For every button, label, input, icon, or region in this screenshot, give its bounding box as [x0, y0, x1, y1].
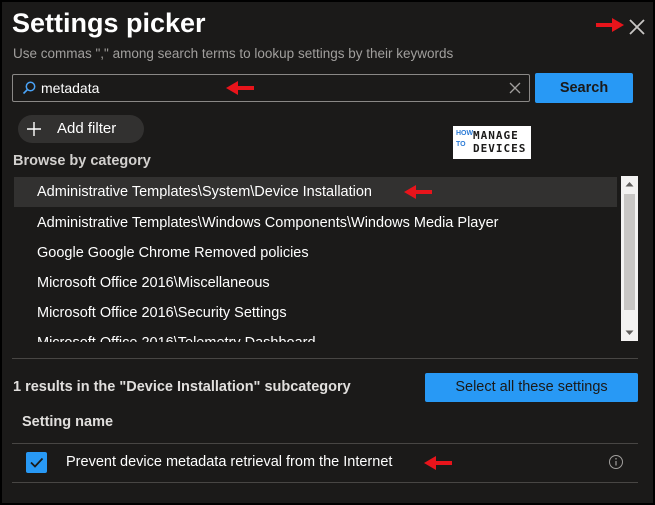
browse-by-category-label: Browse by category — [13, 153, 151, 169]
search-input[interactable] — [41, 78, 501, 98]
search-icon — [22, 81, 36, 95]
divider — [12, 482, 638, 483]
plus-icon — [27, 122, 41, 136]
table-row[interactable]: Prevent device metadata retrieval from t… — [12, 444, 638, 482]
logo-devices: DEVICES — [473, 142, 527, 155]
close-icon[interactable] — [626, 16, 648, 38]
checkmark-icon — [30, 457, 44, 468]
category-scrollbar[interactable] — [621, 176, 638, 341]
settings-picker-dialog: Settings picker Use commas "," among sea… — [0, 0, 655, 505]
setting-name: Prevent device metadata retrieval from t… — [66, 454, 393, 470]
dialog-title: Settings picker — [12, 8, 206, 38]
select-all-button[interactable]: Select all these settings — [425, 373, 638, 402]
dialog-subtitle: Use commas "," among search terms to loo… — [13, 46, 454, 61]
logo-how: HOW — [456, 130, 474, 137]
logo-to: TO — [456, 141, 466, 148]
scroll-up-icon[interactable] — [621, 176, 638, 193]
search-button[interactable]: Search — [535, 73, 633, 103]
annotation-arrow-icon — [596, 18, 624, 32]
row-checkbox[interactable] — [26, 452, 47, 473]
close-button[interactable] — [626, 16, 648, 38]
annotation-arrow-icon — [404, 185, 432, 199]
category-item[interactable]: Administrative Templates\System\Device I… — [14, 177, 617, 207]
annotation-arrow-icon — [226, 81, 254, 95]
add-filter-button[interactable]: Add filter — [18, 115, 144, 143]
how-to-manage-devices-logo: HOW TO MANAGE DEVICES — [453, 126, 531, 159]
category-item[interactable]: Microsoft Office 2016\Telemetry Dashboar… — [14, 328, 617, 342]
add-filter-label: Add filter — [57, 120, 117, 137]
search-box[interactable] — [12, 74, 530, 102]
category-item[interactable]: Administrative Templates\Windows Compone… — [14, 208, 617, 238]
annotation-arrow-icon — [424, 456, 452, 470]
column-header-setting-name[interactable]: Setting name — [22, 414, 113, 430]
category-item[interactable]: Microsoft Office 2016\Security Settings — [14, 298, 617, 328]
results-summary: 1 results in the "Device Installation" s… — [13, 379, 351, 395]
scroll-down-icon[interactable] — [621, 324, 638, 341]
logo-manage: MANAGE — [473, 129, 519, 142]
category-item[interactable]: Google Google Chrome Removed policies — [14, 238, 617, 268]
clear-icon[interactable] — [509, 82, 521, 94]
category-list: Administrative Templates\System\Device I… — [14, 177, 617, 342]
info-icon[interactable] — [608, 454, 624, 470]
divider — [12, 358, 638, 359]
scroll-thumb[interactable] — [624, 194, 635, 310]
category-item[interactable]: Microsoft Office 2016\Miscellaneous — [14, 268, 617, 298]
